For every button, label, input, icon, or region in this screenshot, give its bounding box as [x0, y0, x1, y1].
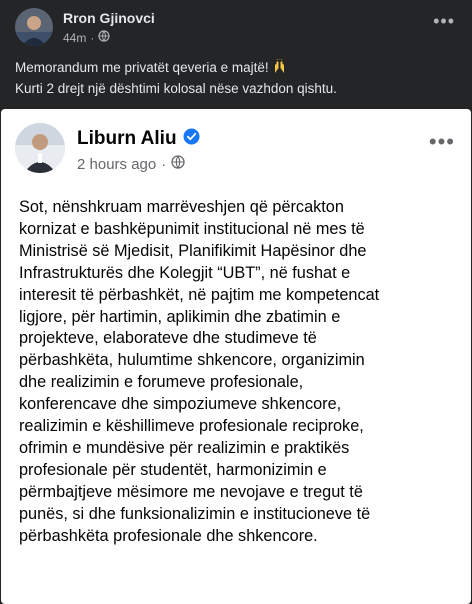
body-line: projekteve, elaborateve dhe studimeve të [19, 329, 317, 348]
globe-icon [171, 155, 185, 173]
body-line: dhe realizimin e forumeve profesionale, [19, 373, 304, 392]
author-row: Liburn Aliu [77, 128, 200, 150]
shared-post-header: Liburn Aliu 2 hours ago · ••• [15, 123, 455, 183]
body-line: Sot, nënshkruam marrëveshjen që përcakto… [19, 198, 344, 216]
more-options-button[interactable]: ••• [429, 131, 455, 153]
author-name[interactable]: Liburn Aliu [77, 128, 177, 150]
post-line: Memorandum me privatët qeveria e majtë! [15, 58, 455, 79]
author-name[interactable]: Rron Gjinovci [63, 10, 155, 26]
body-line: Ministrisë së Mjedisit, Planifikimit Hap… [19, 241, 367, 260]
body-line: ligjore, për hartimin, aplikimin dhe zba… [19, 307, 341, 326]
body-line: realizimin e këshillimeve profesionale r… [19, 417, 364, 436]
shared-post-card[interactable]: Liburn Aliu 2 hours ago · ••• Sot, nënsh… [1, 109, 471, 604]
avatar[interactable] [15, 123, 65, 173]
outer-post-text: Memorandum me privatët qeveria e majtë! … [15, 58, 455, 98]
shared-post-body: Sot, nënshkruam marrëveshjen që përcakto… [19, 197, 459, 548]
body-line: përmbajtjeve mësimore me nevojave e treg… [19, 482, 363, 501]
body-line: konferencave dhe simpoziumeve shkencore, [19, 395, 342, 414]
body-line: punës, si dhe funksionalizimin e institu… [19, 504, 371, 523]
body-line: përbashkëta profesionale dhe shkencore. [19, 526, 318, 545]
body-line: Infrastrukturës dhe Kolegjit “UBT”, në f… [19, 263, 351, 282]
globe-icon [98, 30, 110, 45]
timestamp[interactable]: 44m [63, 31, 86, 45]
body-line: kornizat e bashkëpunimit institucional n… [19, 219, 365, 238]
post-meta: 44m · [63, 30, 110, 45]
raised-hands-emoji [272, 58, 287, 79]
post-line: Kurti 2 drejt një dështimi kolosal nëse … [15, 81, 337, 96]
body-line: profesionale për studentët, harmonizimin… [19, 460, 327, 479]
outer-post-header: Rron Gjinovci 44m · ••• [15, 8, 455, 48]
body-line: interesit të përbashkët, në pajtim me ko… [19, 285, 380, 304]
avatar[interactable] [15, 8, 53, 46]
timestamp[interactable]: 2 hours ago [77, 156, 156, 173]
more-options-button[interactable]: ••• [433, 12, 455, 30]
post-meta: 2 hours ago · [77, 155, 185, 173]
verified-badge-icon [183, 128, 200, 150]
body-line: ofrimin e mundësive për realizimin e pra… [19, 438, 350, 457]
body-line: përbashkëta, hulumtime shkencore, organi… [19, 351, 365, 370]
